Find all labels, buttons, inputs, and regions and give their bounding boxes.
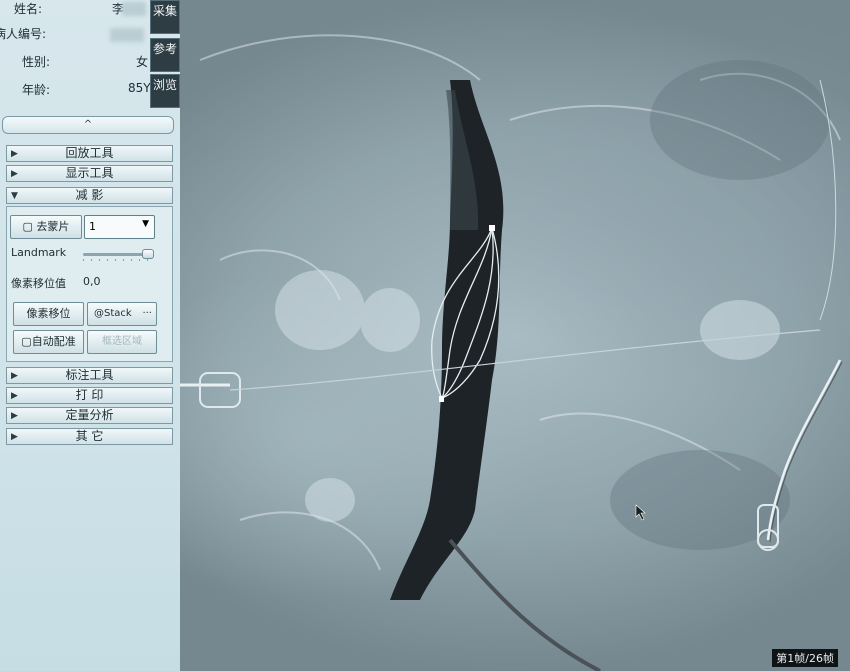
auto-register-button[interactable]: ▢自动配准 bbox=[13, 330, 84, 354]
auto-register-label: ▢自动配准 bbox=[21, 335, 76, 348]
section-title: 减 影 bbox=[75, 188, 104, 202]
section-playback-tools[interactable]: ▶ 回放工具 bbox=[6, 145, 173, 162]
filter-base-marker bbox=[439, 396, 444, 402]
patient-name-row: 姓名: 李 bbox=[0, 0, 150, 20]
tab-acquire-label: 采集 bbox=[152, 4, 177, 18]
guidewire-lower bbox=[448, 538, 601, 671]
section-title: 定量分析 bbox=[65, 408, 114, 422]
tab-acquire[interactable]: 采集 bbox=[150, 0, 180, 34]
landmark-slider-ticks bbox=[83, 259, 151, 261]
landmark-label: Landmark bbox=[11, 246, 67, 259]
stack-button[interactable]: @ Stack ··· bbox=[87, 302, 157, 326]
chevron-down-icon: ▼ bbox=[142, 219, 149, 229]
pixel-shift-button-label: 像素移位 bbox=[26, 307, 71, 320]
stack-button-label: Stack bbox=[104, 308, 132, 319]
mask-frame-value: 1 bbox=[89, 220, 96, 233]
patient-name-label: 姓名: bbox=[14, 2, 43, 16]
section-quantitative-analysis[interactable]: ▶ 定量分析 bbox=[6, 407, 173, 424]
section-title: 显示工具 bbox=[65, 166, 114, 180]
patient-age-row: 年龄: 85Y bbox=[0, 81, 151, 101]
pixel-shift-value: 0,0 bbox=[83, 275, 101, 288]
landmark-slider[interactable] bbox=[83, 249, 157, 263]
remove-mask-label: ▢ 去蒙片 bbox=[22, 220, 70, 233]
collapse-icon: ^ bbox=[83, 119, 93, 130]
landmark-slider-track bbox=[83, 253, 151, 256]
remove-mask-button[interactable]: ▢ 去蒙片 bbox=[10, 215, 82, 239]
section-annotation-tools[interactable]: ▶ 标注工具 bbox=[6, 367, 173, 384]
tab-browse-label: 浏览 bbox=[152, 78, 177, 92]
select-region-button[interactable]: 框选区域 bbox=[87, 330, 157, 354]
angiography-image bbox=[180, 34, 843, 671]
patient-gender-row: 性别: 女 bbox=[0, 53, 150, 73]
section-print[interactable]: ▶ 打 印 bbox=[6, 387, 173, 404]
select-region-label: 框选区域 bbox=[102, 336, 142, 347]
collapse-button[interactable]: ^ bbox=[2, 116, 174, 134]
patient-gender-label: 性别: bbox=[22, 55, 51, 69]
section-other[interactable]: ▶ 其 它 bbox=[6, 428, 173, 445]
section-title: 其 它 bbox=[75, 429, 104, 443]
section-title: 打 印 bbox=[75, 388, 104, 402]
filter-hook-marker bbox=[489, 225, 495, 231]
stack-icon: @ bbox=[94, 308, 104, 319]
side-tabs: 采集 参考 浏览 bbox=[150, 0, 180, 110]
tab-browse[interactable]: 浏览 bbox=[150, 74, 180, 108]
pixel-shift-button[interactable]: 像素移位 bbox=[13, 302, 84, 326]
patient-id-row: 病人编号: bbox=[0, 25, 150, 45]
patient-gender-value: 女 bbox=[136, 55, 149, 69]
tab-reference-label: 参考 bbox=[152, 42, 177, 56]
tab-reference[interactable]: 参考 bbox=[150, 38, 180, 72]
patient-id-label: 病人编号: bbox=[0, 27, 47, 41]
landmark-slider-thumb[interactable] bbox=[142, 249, 154, 259]
section-title: 标注工具 bbox=[65, 368, 114, 382]
section-title: 回放工具 bbox=[65, 146, 114, 160]
section-display-tools[interactable]: ▶ 显示工具 bbox=[6, 165, 173, 182]
frame-counter: 第1帧/26帧 bbox=[772, 649, 838, 667]
patient-age-value: 85Y bbox=[128, 81, 151, 95]
patient-name-redaction bbox=[122, 2, 146, 16]
control-panel: 姓名: 李 病人编号: 性别: 女 年龄: 85Y 采集 参考 浏览 ^ ▶ 回… bbox=[0, 0, 191, 671]
pixel-shift-label: 像素移位值 bbox=[11, 277, 66, 290]
angiography-viewer[interactable]: 第1帧/26帧 bbox=[180, 0, 850, 671]
patient-id-redaction bbox=[110, 28, 144, 42]
subtraction-panel: ▢ 去蒙片 1 ▼ Landmark 像素移位值 0,0 像素移位 @ Stac… bbox=[6, 206, 173, 362]
section-subtraction[interactable]: ▼ 减 影 bbox=[6, 187, 173, 204]
mask-frame-select[interactable]: 1 ▼ bbox=[84, 215, 155, 239]
stack-more-icon: ··· bbox=[142, 308, 152, 319]
patient-age-label: 年龄: bbox=[22, 83, 51, 97]
